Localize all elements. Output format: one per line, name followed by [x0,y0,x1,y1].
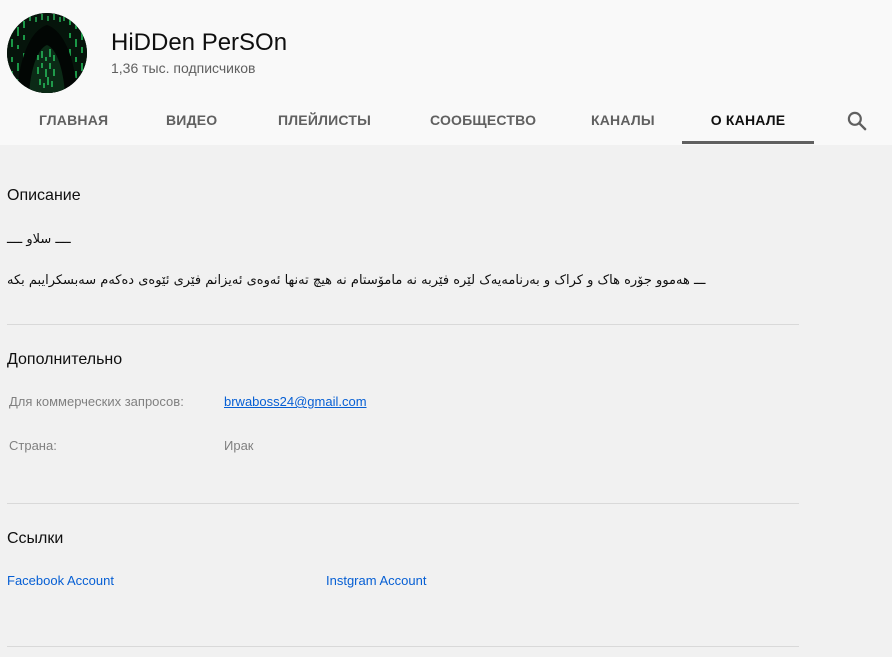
section-divider [7,503,799,504]
search-icon [847,111,867,131]
country-value: Ирак [224,438,254,453]
tab-videos[interactable]: ВИДЕО [166,96,217,144]
details-title: Дополнительно [7,351,123,368]
tab-community[interactable]: СООБЩЕСТВО [430,96,536,144]
facebook-link[interactable]: Facebook Account [7,572,114,590]
section-divider [7,324,799,325]
channel-header: HiDDen PerSOn 1,36 тыс. подписчиков ГЛАВ… [0,0,892,145]
business-email-link[interactable]: brwaboss24@gmail.com [224,394,367,409]
tab-about[interactable]: О КАНАЛЕ [682,96,814,144]
description-title: Описание [7,187,81,204]
business-inquiries-label: Для коммерческих запросов: [9,394,184,409]
business-email-value: brwaboss24@gmail.com [224,393,367,411]
description-line: ــــ سلاو ــــ [7,232,71,247]
links-title: Ссылки [7,530,64,547]
tab-home[interactable]: ГЛАВНАЯ [39,96,108,144]
section-divider [7,646,799,647]
tab-channels[interactable]: КАНАЛЫ [591,96,655,144]
description-line: ـــ هەموو جۆرە هاک و کراک و بەرنامەیەک ل… [7,273,706,288]
subscriber-count: 1,36 тыс. подписчиков [111,60,256,76]
hooded-hacker-avatar-image [7,13,87,93]
instagram-link[interactable]: Instgram Account [326,572,426,590]
country-label: Страна: [9,438,57,453]
tab-playlists[interactable]: ПЛЕЙЛИСТЫ [278,96,371,144]
channel-avatar[interactable] [7,13,87,93]
channel-tabs: ГЛАВНАЯ ВИДЕО ПЛЕЙЛИСТЫ СООБЩЕСТВО КАНАЛ… [0,96,892,145]
channel-name: HiDDen PerSOn [111,29,288,56]
search-button[interactable] [844,108,870,134]
